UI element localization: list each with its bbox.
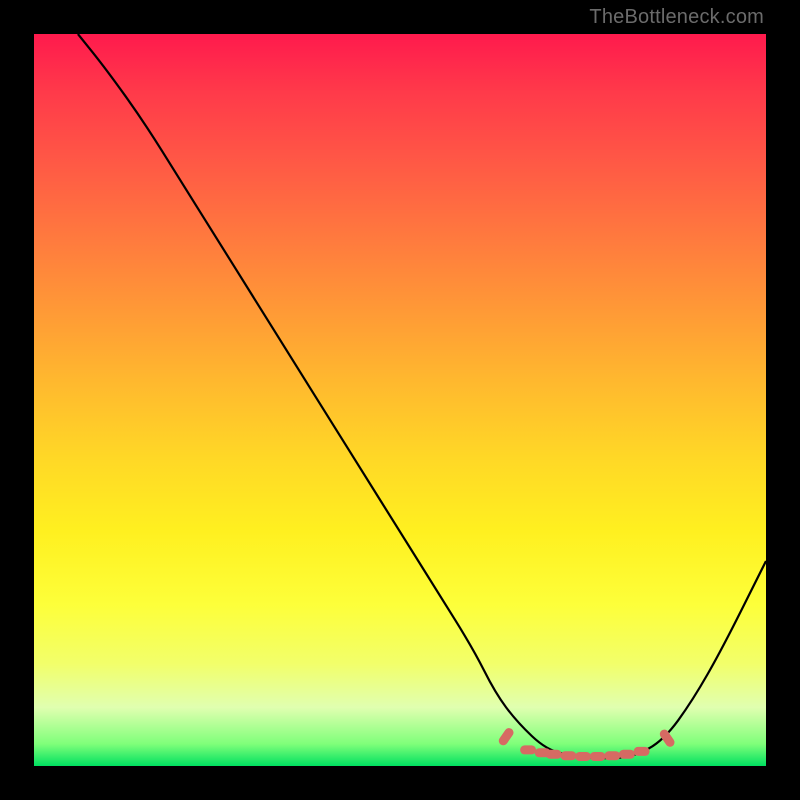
optimal-range-dots xyxy=(503,733,670,757)
attribution-text: TheBottleneck.com xyxy=(589,6,764,29)
optimal-dot xyxy=(503,733,509,741)
bottleneck-curve xyxy=(78,34,766,758)
chart-frame xyxy=(34,34,766,766)
optimal-dot xyxy=(664,734,670,742)
chart-svg xyxy=(34,34,766,766)
